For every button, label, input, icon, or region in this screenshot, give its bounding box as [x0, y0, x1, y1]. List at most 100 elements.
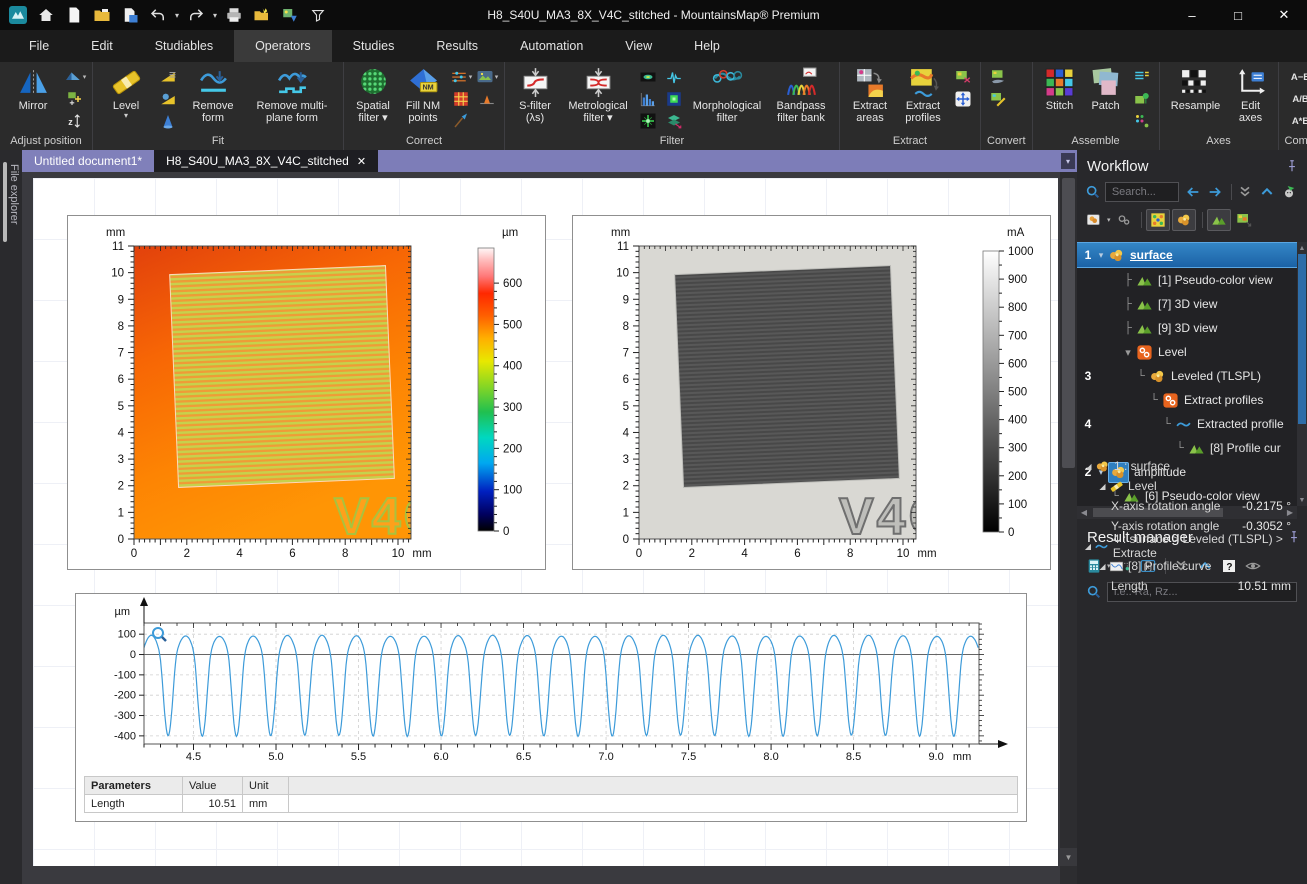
home-icon[interactable] — [33, 4, 59, 26]
expander-icon[interactable]: ◢ — [1083, 542, 1093, 551]
layers-filter-button[interactable] — [662, 110, 686, 132]
scrollbar-thumb[interactable] — [1062, 178, 1075, 468]
stitch-button[interactable]: Stitch — [1038, 66, 1082, 112]
gears-icon[interactable] — [1113, 210, 1135, 230]
tab-list-dropdown[interactable]: ▾ — [1061, 153, 1075, 169]
divide-button[interactable]: A/B — [1284, 88, 1307, 110]
scroll-up-arrow[interactable]: ▲ — [1297, 242, 1307, 254]
workflow-item--7-3d-view[interactable]: ├[7] 3D view — [1077, 292, 1297, 316]
bandpass-filter-bank-button[interactable]: Bandpass filter bank — [768, 66, 834, 124]
align-button[interactable] — [63, 88, 87, 110]
quick-access-filter-icon[interactable] — [305, 4, 331, 26]
menu-help[interactable]: Help — [673, 30, 741, 62]
fit-lines-button[interactable] — [156, 66, 180, 88]
profile-curve-study[interactable]: 4.55.05.56.06.57.07.58.08.59.0mm1000-100… — [75, 593, 1027, 822]
menu-file[interactable]: File — [8, 30, 70, 62]
document-vertical-scrollbar[interactable]: ▼ — [1060, 172, 1077, 884]
merge-button[interactable] — [1130, 88, 1154, 110]
surface-icon[interactable] — [1172, 209, 1196, 231]
convert-edit-button[interactable] — [986, 88, 1010, 110]
workflow-item-leveled-tlspl-[interactable]: 3└Leveled (TLSPL) — [1077, 364, 1297, 388]
workflow-item-surface[interactable]: 1▾surface — [1077, 242, 1297, 268]
workflow-item-level[interactable]: ▾Level — [1077, 340, 1297, 364]
grid-color-icon[interactable] — [1146, 209, 1170, 231]
multiply-button[interactable]: A*B — [1284, 110, 1307, 132]
fit-cone-button[interactable] — [156, 110, 180, 132]
workflow-item-extract-profiles[interactable]: └Extract profiles — [1077, 388, 1297, 412]
sidebar-handle[interactable] — [3, 162, 7, 242]
series-list-button[interactable] — [1130, 66, 1154, 88]
line-correction-button[interactable]: ▾ — [449, 66, 473, 88]
convert-series-button[interactable] — [986, 66, 1010, 88]
view-thumb-icon[interactable] — [1083, 210, 1105, 230]
open-icon[interactable] — [89, 4, 115, 26]
fft-filter-button[interactable] — [636, 66, 660, 88]
close-tab-icon[interactable]: ✕ — [357, 155, 366, 168]
psd-filter-button[interactable] — [636, 110, 660, 132]
dropdown-caret[interactable]: ▾ — [124, 112, 128, 119]
median-filter-button[interactable] — [662, 88, 686, 110]
minimize-button[interactable]: – — [1169, 0, 1215, 30]
save-as-icon[interactable] — [117, 4, 143, 26]
arrow-left-icon[interactable] — [1183, 182, 1203, 202]
workflow-item-extracted-profile[interactable]: 4└Extracted profile — [1077, 412, 1297, 436]
wf-options-icon[interactable] — [1279, 182, 1299, 202]
chevs-down-icon[interactable] — [1235, 182, 1255, 202]
spike-filter-button[interactable] — [662, 66, 686, 88]
result-item-4-surface-leveled-tlspl-extracte[interactable]: ◢4 : surface > Leveled (TLSPL) > Extract… — [1077, 536, 1307, 556]
grid-correction-button[interactable] — [449, 88, 473, 110]
app-logo-icon[interactable] — [5, 4, 31, 26]
menu-studies[interactable]: Studies — [332, 30, 416, 62]
remove-multiplane-form-button[interactable]: Remove multi-plane form — [246, 66, 338, 124]
menu-automation[interactable]: Automation — [499, 30, 604, 62]
workflow-item--1-pseudo-color-view[interactable]: ├[1] Pseudo-color view — [1077, 268, 1297, 292]
spatial-filter-button[interactable]: Spatial filter ▾ — [349, 66, 397, 124]
pin-icon[interactable] — [1285, 159, 1299, 173]
menu-edit[interactable]: Edit — [70, 30, 134, 62]
result-item-1-surface[interactable]: ◢1 : surface — [1077, 456, 1307, 476]
patch-button[interactable]: Patch — [1084, 66, 1128, 112]
arrow-right-icon[interactable] — [1205, 182, 1225, 202]
expander-icon[interactable]: ◢ — [1083, 462, 1094, 471]
dropdown-caret[interactable]: ▾ — [1107, 216, 1111, 224]
scrollbar-thumb[interactable] — [1298, 254, 1306, 424]
scrollbar-down-arrow[interactable]: ▼ — [1060, 848, 1077, 866]
subtract-button[interactable]: A−B — [1284, 66, 1307, 88]
pseudo-color-view-left[interactable]: V4C0246810mm01234567891011mm010020030040… — [67, 215, 546, 570]
result-item-length[interactable]: Length10.51 mm — [1077, 576, 1307, 596]
close-button[interactable]: ✕ — [1261, 0, 1307, 30]
expander-icon[interactable]: ◢ — [1097, 562, 1108, 571]
histogram-filter-button[interactable] — [636, 88, 660, 110]
menu-studiables[interactable]: Studiables — [134, 30, 234, 62]
menu-view[interactable]: View — [604, 30, 673, 62]
extract-profiles-button[interactable]: Extract profiles — [897, 66, 949, 124]
extract-cross-button[interactable] — [951, 88, 975, 110]
level-button[interactable]: Level▾ — [98, 66, 154, 119]
map-arrow-icon[interactable] — [1233, 210, 1255, 230]
workflow-search-input[interactable] — [1110, 185, 1174, 199]
fill-nm-points-button[interactable]: NMFill NM points — [399, 66, 447, 124]
mirror-button[interactable]: Mirror — [5, 66, 61, 112]
print-icon[interactable] — [221, 4, 247, 26]
new-document-icon[interactable] — [61, 4, 87, 26]
menu-results[interactable]: Results — [415, 30, 499, 62]
gradient-view-button[interactable]: ▾ — [63, 66, 87, 88]
mosaic-button[interactable] — [1130, 110, 1154, 132]
view-icon[interactable] — [1207, 209, 1231, 231]
workflow-item--9-3d-view[interactable]: ├[9] 3D view — [1077, 316, 1297, 340]
import-icon[interactable] — [249, 4, 275, 26]
z-scale-button[interactable]: z — [63, 110, 87, 132]
edit-axes-button[interactable]: Edit axes — [1229, 66, 1273, 124]
retouch-button[interactable] — [449, 110, 473, 132]
param-row[interactable]: Length10.51mm — [85, 795, 1018, 813]
tab-untitled-document1-[interactable]: Untitled document1* — [22, 150, 154, 172]
image-correction-button[interactable]: ▾ — [475, 66, 499, 88]
result-item-x-axis-rotation-angle[interactable]: X-axis rotation angle-0.2175 ° — [1077, 496, 1307, 516]
extract-areas-button[interactable]: Extract areas — [845, 66, 895, 124]
pseudo-color-view-right[interactable]: V4C0246810mm01234567891011mm010020030040… — [572, 215, 1051, 570]
maximize-button[interactable]: □ — [1215, 0, 1261, 30]
resample-button[interactable]: Resample — [1165, 66, 1227, 112]
chev-up-icon[interactable] — [1257, 182, 1277, 202]
redo-icon[interactable] — [183, 4, 209, 26]
menu-operators[interactable]: Operators — [234, 30, 332, 62]
